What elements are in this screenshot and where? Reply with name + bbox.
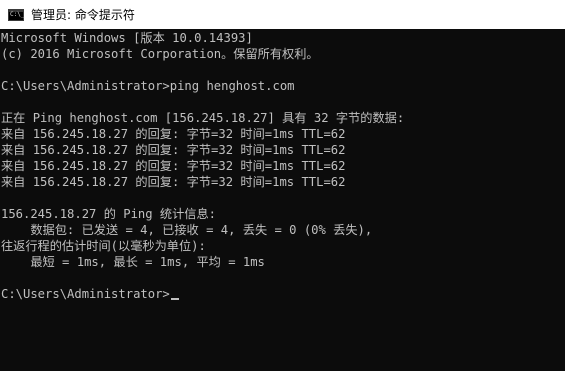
prompt-text: C:\Users\Administrator> bbox=[1, 287, 170, 301]
console-line: 来自 156.245.18.27 的回复: 字节=32 时间=1ms TTL=6… bbox=[1, 127, 346, 141]
console-output[interactable]: Microsoft Windows [版本 10.0.14393] (c) 20… bbox=[0, 29, 565, 371]
console-line: 来自 156.245.18.27 的回复: 字节=32 时间=1ms TTL=6… bbox=[1, 143, 346, 157]
console-line: 来自 156.245.18.27 的回复: 字节=32 时间=1ms TTL=6… bbox=[1, 159, 346, 173]
window-title: 管理员: 命令提示符 bbox=[31, 8, 135, 22]
command-prompt-window: C:\_ 管理员: 命令提示符 Microsoft Windows [版本 10… bbox=[0, 0, 565, 371]
console-line: 最短 = 1ms, 最长 = 1ms, 平均 = 1ms bbox=[1, 255, 265, 269]
console-line: C:\Users\Administrator>ping henghost.com bbox=[1, 79, 295, 93]
console-line: 数据包: 已发送 = 4, 已接收 = 4, 丢失 = 0 (0% 丢失), bbox=[1, 223, 373, 237]
console-icon-glyph: C:\_ bbox=[10, 10, 25, 18]
console-line: 正在 Ping henghost.com [156.245.18.27] 具有 … bbox=[1, 111, 405, 125]
console-line: Microsoft Windows [版本 10.0.14393] bbox=[1, 31, 253, 45]
console-line: (c) 2016 Microsoft Corporation。保留所有权利。 bbox=[1, 47, 319, 61]
command-input-line[interactable]: C:\Users\Administrator> bbox=[1, 286, 565, 302]
title-bar[interactable]: C:\_ 管理员: 命令提示符 bbox=[0, 0, 565, 29]
console-line: 来自 156.245.18.27 的回复: 字节=32 时间=1ms TTL=6… bbox=[1, 175, 346, 189]
console-app-icon[interactable]: C:\_ bbox=[8, 8, 25, 21]
console-line: 156.245.18.27 的 Ping 统计信息: bbox=[1, 207, 217, 221]
console-line: 往返行程的估计时间(以毫秒为单位): bbox=[1, 239, 206, 253]
text-cursor bbox=[170, 298, 179, 300]
